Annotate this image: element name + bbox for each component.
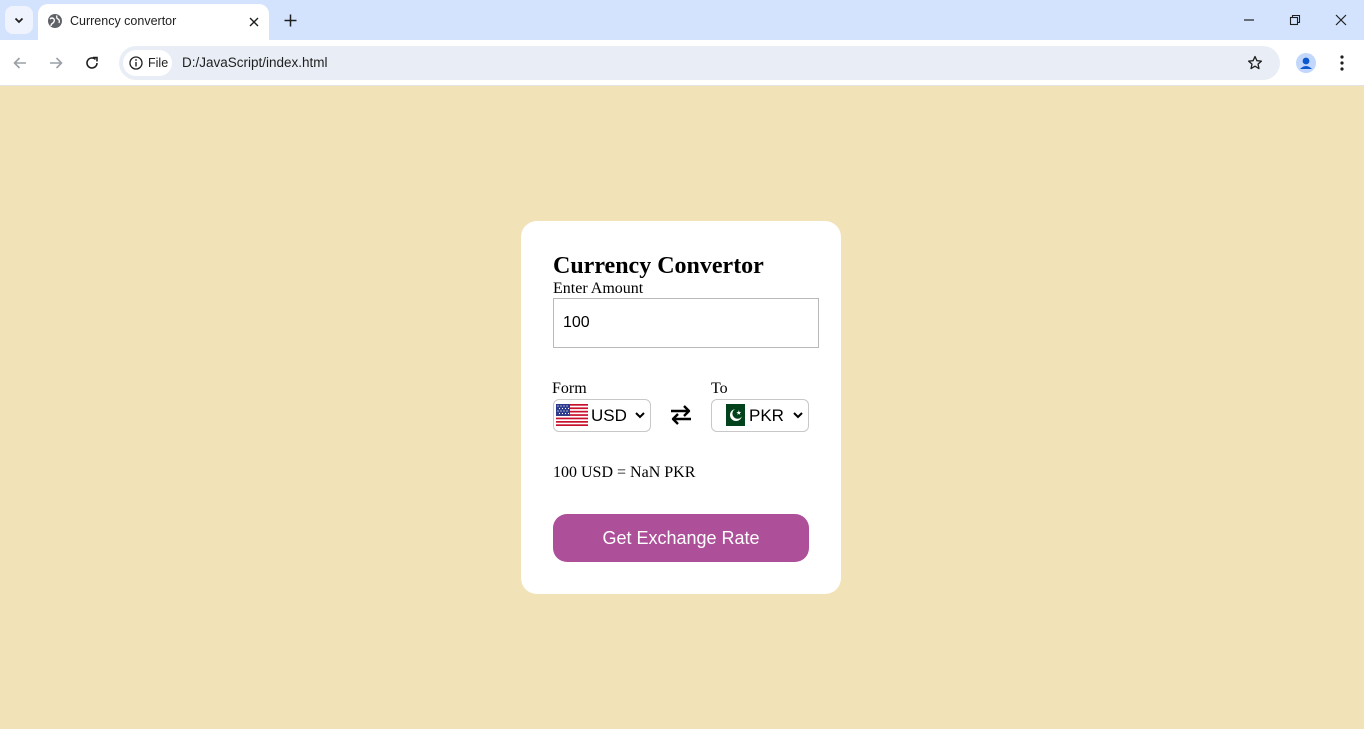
to-currency-select[interactable]: PKR — [711, 399, 809, 432]
browser-menu-button[interactable] — [1331, 51, 1353, 75]
from-currency-select[interactable]: USD — [553, 399, 651, 432]
globe-icon — [48, 14, 62, 28]
swap-arrows-icon — [671, 405, 691, 425]
restore-button[interactable] — [1283, 8, 1307, 32]
browser-tab[interactable]: Currency convertor — [38, 4, 269, 40]
new-tab-button[interactable] — [279, 9, 301, 31]
plus-icon — [284, 14, 296, 26]
tab-search-button[interactable] — [5, 6, 33, 34]
chevron-down-icon — [14, 17, 24, 24]
tab-close-button[interactable] — [244, 12, 264, 32]
star-icon — [1247, 55, 1263, 70]
restore-icon — [1289, 14, 1301, 26]
tab-strip: Currency convertor — [0, 0, 1364, 40]
info-icon — [129, 56, 143, 70]
avatar-icon — [1296, 53, 1316, 73]
window-close-button[interactable] — [1329, 8, 1353, 32]
page-title: Currency Convertor — [553, 253, 764, 279]
amount-input[interactable] — [553, 298, 819, 348]
amount-label: Enter Amount — [553, 280, 644, 297]
tab-title: Currency convertor — [70, 14, 177, 28]
chevron-down-icon — [635, 412, 645, 419]
forward-button[interactable] — [44, 51, 68, 75]
to-label: To — [711, 380, 728, 397]
pk-flag-icon — [721, 404, 745, 426]
address-bar[interactable]: File D:/JavaScript/index.html — [119, 46, 1280, 80]
arrow-right-icon — [50, 57, 63, 69]
us-flag-icon — [556, 404, 588, 426]
get-exchange-rate-button[interactable]: Get Exchange Rate — [553, 514, 809, 562]
converter-card: Currency Convertor Enter Amount Form To … — [521, 221, 841, 594]
profile-button[interactable] — [1293, 50, 1319, 76]
exchange-result: 100 USD = NaN PKR — [553, 464, 696, 481]
close-icon — [249, 17, 259, 27]
close-icon — [1335, 14, 1347, 26]
site-info-label: File — [148, 56, 169, 70]
more-vertical-icon — [1340, 55, 1344, 71]
site-info-chip[interactable]: File — [123, 50, 172, 76]
from-currency-code: USD — [591, 406, 627, 425]
back-button[interactable] — [8, 51, 32, 75]
to-currency-code: PKR — [749, 406, 784, 425]
arrow-left-icon — [13, 57, 26, 69]
minimize-button[interactable] — [1237, 8, 1261, 32]
from-label: Form — [552, 380, 587, 397]
minimize-icon — [1244, 19, 1254, 21]
bookmark-button[interactable] — [1244, 52, 1266, 74]
reload-icon — [86, 56, 98, 69]
reload-button[interactable] — [80, 51, 104, 75]
chevron-down-icon — [793, 412, 803, 419]
browser-toolbar: File D:/JavaScript/index.html — [0, 40, 1364, 86]
swap-currencies-button[interactable] — [668, 401, 694, 429]
url-text[interactable]: D:/JavaScript/index.html — [182, 55, 328, 70]
